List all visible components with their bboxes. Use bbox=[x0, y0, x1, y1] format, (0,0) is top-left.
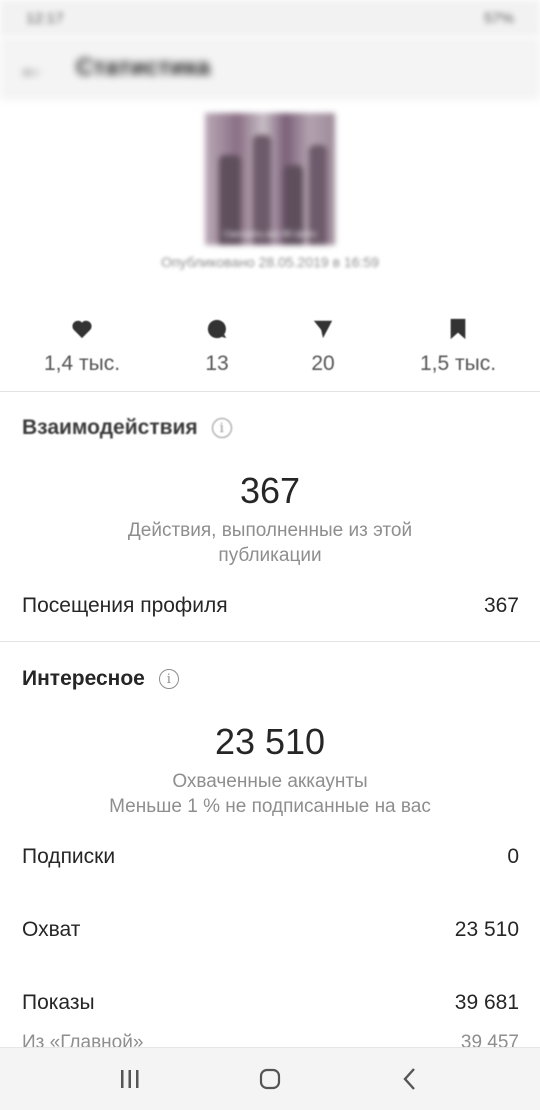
comment-icon bbox=[162, 312, 272, 346]
reach-row: Охват 23 510 bbox=[22, 918, 519, 942]
shares-stat: 20 bbox=[268, 312, 378, 376]
divider bbox=[0, 391, 540, 392]
shares-count: 20 bbox=[311, 352, 335, 375]
app-bar: ← Статистика bbox=[0, 36, 540, 100]
saves-count: 1,5 тыс. bbox=[419, 352, 497, 375]
row-value: 367 bbox=[483, 594, 519, 617]
interactions-description-2: публикации bbox=[218, 545, 322, 566]
likes-count: 1,4 тыс. bbox=[43, 352, 121, 375]
discovery-description-2: Меньше 1 % не подписанные на вас bbox=[109, 796, 431, 817]
row-value: 23 510 bbox=[454, 918, 519, 941]
info-icon[interactable]: i bbox=[158, 669, 179, 689]
comments-stat: 13 bbox=[162, 312, 272, 376]
divider bbox=[0, 641, 540, 642]
thumbnail-caption: Смотреть все 80 фото bbox=[223, 229, 317, 239]
row-label: Подписки bbox=[22, 845, 116, 868]
row-value: 39 681 bbox=[454, 991, 519, 1014]
status-time: 12:17 bbox=[26, 9, 64, 27]
recent-apps-icon[interactable] bbox=[110, 1059, 150, 1099]
back-icon[interactable] bbox=[390, 1059, 430, 1099]
metrics-row: 1,4 тыс. 13 20 1,5 тыс. bbox=[0, 312, 540, 392]
row-value: 0 bbox=[507, 845, 519, 868]
discovery-section-title: Интересное i bbox=[22, 667, 179, 691]
row-label: Посещения профиля bbox=[22, 594, 228, 617]
row-label: Показы bbox=[22, 991, 95, 1014]
post-thumbnail[interactable]: Смотреть все 80 фото bbox=[205, 113, 335, 245]
home-icon[interactable] bbox=[250, 1059, 290, 1099]
published-date: Опубликовано 28.05.2019 в 16:59 bbox=[161, 254, 379, 270]
discovery-total: 23 510 bbox=[214, 721, 326, 762]
system-nav-bar bbox=[0, 1047, 540, 1110]
likes-stat: 1,4 тыс. bbox=[27, 312, 137, 376]
row-label: Охват bbox=[22, 918, 81, 941]
discovery-description-1: Охваченные аккаунты bbox=[172, 771, 368, 792]
heart-icon bbox=[27, 312, 137, 346]
status-bar: 12:17 57% bbox=[0, 0, 540, 36]
interactions-title: Взаимодействия bbox=[22, 416, 198, 439]
interactions-description-1: Действия, выполненные из этой bbox=[127, 520, 413, 541]
share-icon bbox=[268, 312, 378, 346]
page-title: Статистика bbox=[76, 54, 211, 81]
profile-visits-row: Посещения профиля 367 bbox=[22, 594, 519, 618]
status-battery: 57% bbox=[483, 9, 514, 27]
back-arrow-icon[interactable]: ← bbox=[18, 53, 44, 83]
saves-stat: 1,5 тыс. bbox=[403, 312, 513, 376]
info-icon[interactable]: i bbox=[211, 418, 232, 438]
interactions-total: 367 bbox=[239, 470, 301, 511]
follows-row: Подписки 0 bbox=[22, 845, 519, 869]
bookmark-icon bbox=[403, 312, 513, 346]
discovery-title: Интересное bbox=[22, 667, 145, 690]
impressions-row: Показы 39 681 bbox=[22, 991, 519, 1015]
comments-count: 13 bbox=[205, 352, 229, 375]
interactions-section-title: Взаимодействия i bbox=[22, 416, 232, 440]
